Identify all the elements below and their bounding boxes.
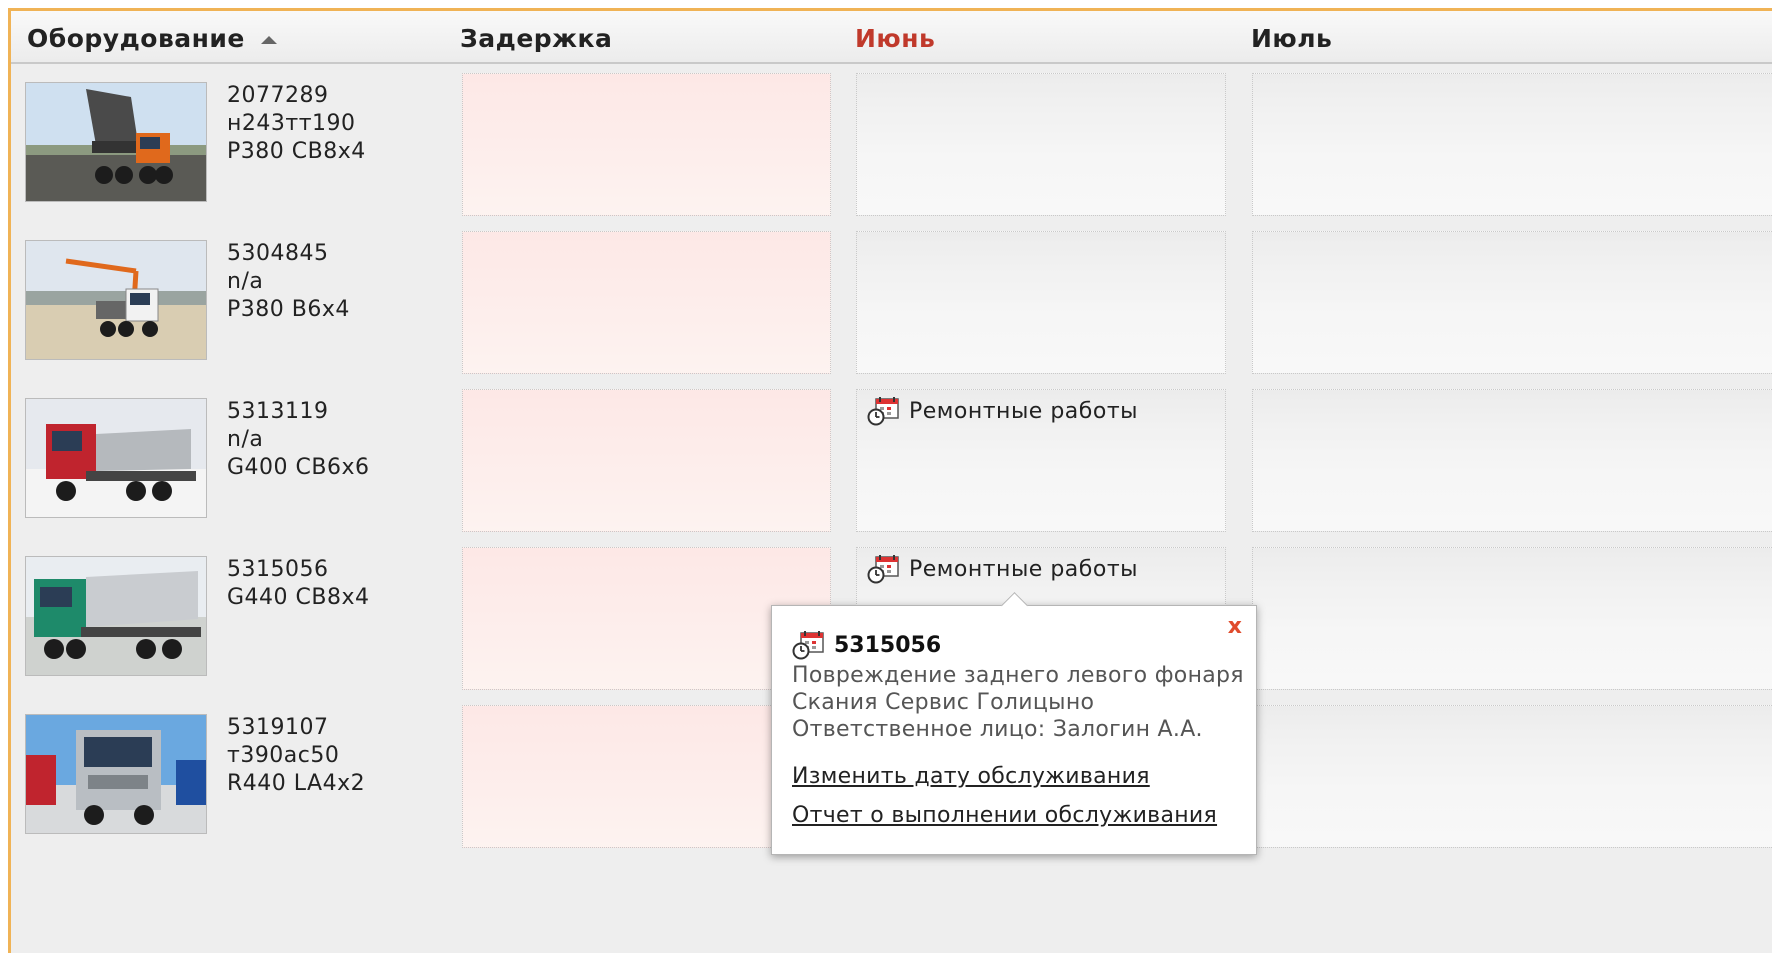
delay-cell[interactable] [462, 231, 831, 374]
repair-calendar-icon [792, 630, 826, 660]
equipment-photo[interactable] [25, 82, 207, 202]
equipment-photo[interactable] [25, 556, 207, 676]
sort-ascending-icon[interactable] [260, 36, 277, 44]
equipment-plate: т390ас50 [227, 743, 340, 768]
equipment-model: G400 CB6x6 [227, 455, 370, 480]
equipment-photo[interactable] [25, 714, 207, 834]
july-cell[interactable] [1252, 547, 1772, 690]
column-header-equipment-label: Оборудование [27, 24, 245, 53]
popup-responsible: Ответственное лицо: Залогин А.А. [792, 717, 1203, 742]
repair-event-label: Ремонтные работы [909, 398, 1138, 424]
equipment-id: 5319107 [227, 715, 329, 740]
repair-event[interactable]: Ремонтные работы [867, 396, 1138, 426]
column-header-delay: Задержка [460, 24, 613, 53]
june-cell[interactable] [856, 231, 1226, 374]
repair-calendar-icon [867, 554, 901, 584]
equipment-id: 5313119 [227, 399, 329, 424]
column-header-july: Июль [1251, 24, 1333, 53]
equipment-id: 5304845 [227, 241, 329, 266]
equipment-plate: n/a [227, 427, 264, 452]
july-cell[interactable] [1252, 389, 1772, 532]
equipment-model: G440 CB8x4 [227, 585, 370, 610]
popup-description: Повреждение заднего левого фонаря [792, 663, 1244, 688]
popup-service-center: Скания Сервис Голицыно [792, 690, 1095, 715]
table-row: 2077289 н243тт190 P380 CB8x4 [11, 64, 1772, 222]
column-header-equipment[interactable]: Оборудование [27, 24, 277, 53]
equipment-model: P380 B6x4 [227, 297, 350, 322]
table-header: Оборудование Задержка Июнь Июль [11, 11, 1772, 64]
equipment-id: 2077289 [227, 83, 329, 108]
june-cell[interactable] [856, 73, 1226, 216]
equipment-info: 5315056 G440 CB8x4 [227, 556, 370, 612]
column-header-june: Июнь [855, 24, 936, 53]
event-details-popup: x 5315056 Повреждение заднего левого фон… [771, 592, 1257, 855]
july-cell[interactable] [1252, 231, 1772, 374]
equipment-id: 5315056 [227, 557, 329, 582]
equipment-model: R440 LA4x2 [227, 771, 366, 796]
equipment-plate: n/a [227, 269, 264, 294]
close-button[interactable]: x [1228, 614, 1242, 639]
july-cell[interactable] [1252, 705, 1772, 848]
repair-event[interactable]: Ремонтные работы [867, 554, 1138, 584]
equipment-info: 5304845 n/a P380 B6x4 [227, 240, 350, 324]
equipment-info: 5319107 т390ас50 R440 LA4x2 [227, 714, 365, 798]
popup-details: Повреждение заднего левого фонаря Скания… [792, 662, 1244, 743]
change-service-date-link[interactable]: Изменить дату обслуживания [792, 764, 1150, 789]
equipment-info: 5313119 n/a G400 CB6x6 [227, 398, 370, 482]
july-cell[interactable] [1252, 73, 1772, 216]
popup-title: 5315056 [792, 630, 941, 660]
equipment-plate: н243тт190 [227, 111, 356, 136]
equipment-photo[interactable] [25, 398, 207, 518]
repair-event-label: Ремонтные работы [909, 556, 1138, 582]
popup-equipment-id: 5315056 [834, 632, 942, 658]
service-report-link[interactable]: Отчет о выполнении обслуживания [792, 803, 1217, 828]
delay-cell[interactable] [462, 389, 831, 532]
table-row: 5313119 n/a G400 CB6x6 Ремонтные работы [11, 380, 1772, 538]
table-row: 5304845 n/a P380 B6x4 [11, 222, 1772, 380]
june-cell[interactable]: Ремонтные работы [856, 389, 1226, 532]
repair-calendar-icon [867, 396, 901, 426]
equipment-info: 2077289 н243тт190 P380 CB8x4 [227, 82, 366, 166]
equipment-photo[interactable] [25, 240, 207, 360]
equipment-model: P380 CB8x4 [227, 139, 366, 164]
delay-cell[interactable] [462, 73, 831, 216]
